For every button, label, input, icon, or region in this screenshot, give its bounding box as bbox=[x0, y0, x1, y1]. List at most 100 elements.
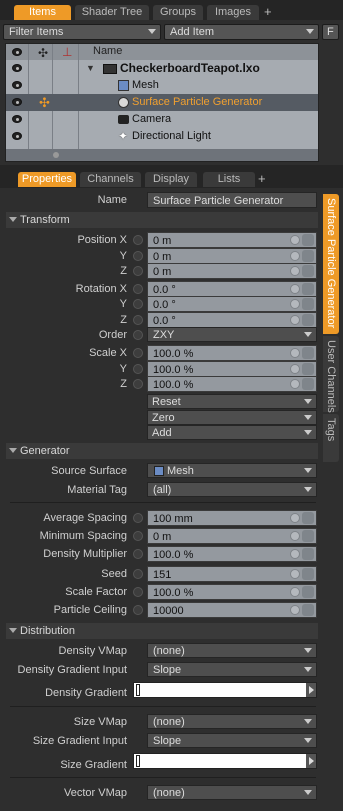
spinner-icon[interactable] bbox=[302, 512, 314, 524]
keyframe-dot-icon[interactable] bbox=[133, 251, 143, 261]
list-item[interactable]: Mesh bbox=[6, 77, 318, 94]
spinner-icon[interactable] bbox=[302, 347, 314, 359]
knob-icon[interactable] bbox=[290, 235, 300, 245]
knob-icon[interactable] bbox=[290, 549, 300, 559]
generator-section-header[interactable]: Generator bbox=[6, 443, 318, 459]
tab-properties[interactable]: Properties bbox=[18, 172, 76, 187]
keyframe-dot-icon[interactable] bbox=[133, 348, 143, 358]
minimum-spacing-field[interactable]: 0 m bbox=[147, 528, 317, 544]
size-gradient-editor[interactable] bbox=[133, 753, 317, 769]
keyframe-dot-icon[interactable] bbox=[133, 284, 143, 294]
vector-vmap-dropdown[interactable]: (none) bbox=[147, 785, 317, 800]
keyframe-dot-icon[interactable] bbox=[133, 235, 143, 245]
keyframe-dot-icon[interactable] bbox=[133, 587, 143, 597]
keyframe-dot-icon[interactable] bbox=[133, 531, 143, 541]
f-button[interactable]: F bbox=[322, 24, 339, 40]
knob-icon[interactable] bbox=[290, 569, 300, 579]
knob-icon[interactable] bbox=[290, 364, 300, 374]
size-vmap-dropdown[interactable]: (none) bbox=[147, 714, 317, 729]
list-item[interactable]: ✦ Directional Light bbox=[6, 128, 318, 145]
add-button[interactable]: Add bbox=[147, 425, 317, 440]
keyframe-dot-icon[interactable] bbox=[133, 605, 143, 615]
scale-x-field[interactable]: 100.0 % bbox=[147, 345, 317, 361]
list-item[interactable]: ✣ Surface Particle Generator bbox=[6, 94, 318, 111]
knob-icon[interactable] bbox=[290, 605, 300, 615]
spinner-icon[interactable] bbox=[302, 378, 314, 390]
source-surface-dropdown[interactable]: Mesh bbox=[147, 463, 317, 478]
spinner-icon[interactable] bbox=[302, 298, 314, 310]
spinner-icon[interactable] bbox=[302, 314, 314, 326]
tab-channels[interactable]: Channels bbox=[80, 172, 141, 187]
filter-items-dropdown[interactable]: Filter Items bbox=[3, 24, 161, 40]
zero-button[interactable]: Zero bbox=[147, 410, 317, 425]
keyframe-dot-icon[interactable] bbox=[133, 569, 143, 579]
knob-icon[interactable] bbox=[290, 379, 300, 389]
scroll-handle[interactable] bbox=[53, 152, 59, 158]
tab-display[interactable]: Display bbox=[145, 172, 197, 187]
gradient-expand-icon[interactable] bbox=[306, 754, 316, 768]
knob-icon[interactable] bbox=[290, 266, 300, 276]
spinner-icon[interactable] bbox=[302, 283, 314, 295]
keyframe-dot-icon[interactable] bbox=[133, 549, 143, 559]
eye-icon[interactable] bbox=[12, 81, 22, 89]
position-y-field[interactable]: 0 m bbox=[147, 248, 317, 264]
side-tab-surface-particle-generator[interactable]: Surface Particle Generator bbox=[323, 194, 339, 334]
keyframe-dot-icon[interactable] bbox=[133, 330, 143, 340]
knob-icon[interactable] bbox=[290, 284, 300, 294]
spinner-icon[interactable] bbox=[302, 530, 314, 542]
gradient-key-handle[interactable] bbox=[136, 755, 140, 767]
keyframe-dot-icon[interactable] bbox=[133, 315, 143, 325]
distribution-section-header[interactable]: Distribution bbox=[6, 623, 318, 639]
tab-items[interactable]: Items bbox=[14, 5, 71, 20]
size-gradient-input-dropdown[interactable]: Slope bbox=[147, 733, 317, 748]
knob-icon[interactable] bbox=[290, 315, 300, 325]
density-gradient-editor[interactable] bbox=[133, 682, 317, 698]
eye-icon[interactable] bbox=[12, 132, 22, 140]
tab-shader-tree[interactable]: Shader Tree bbox=[75, 5, 149, 20]
order-dropdown[interactable]: ZXY bbox=[147, 327, 317, 342]
add-tab-button[interactable]: + bbox=[264, 4, 272, 19]
spinner-icon[interactable] bbox=[302, 586, 314, 598]
seed-field[interactable]: 151 bbox=[147, 566, 317, 582]
rotation-x-field[interactable]: 0.0 ° bbox=[147, 281, 317, 297]
list-item[interactable]: ▼ CheckerboardTeapot.lxo bbox=[6, 60, 318, 77]
average-spacing-field[interactable]: 100 mm bbox=[147, 510, 317, 526]
spinner-icon[interactable] bbox=[302, 250, 314, 262]
gradient-expand-icon[interactable] bbox=[306, 683, 316, 697]
keyframe-dot-icon[interactable] bbox=[133, 266, 143, 276]
expand-triangle-icon[interactable]: ▼ bbox=[86, 60, 95, 77]
knob-icon[interactable] bbox=[290, 251, 300, 261]
particle-ceiling-field[interactable]: 10000 bbox=[147, 602, 317, 618]
scale-z-field[interactable]: 100.0 % bbox=[147, 376, 317, 392]
spinner-icon[interactable] bbox=[302, 234, 314, 246]
spinner-icon[interactable] bbox=[302, 548, 314, 560]
list-item[interactable]: Camera bbox=[6, 111, 318, 128]
position-z-field[interactable]: 0 m bbox=[147, 263, 317, 279]
spinner-icon[interactable] bbox=[302, 363, 314, 375]
keyframe-dot-icon[interactable] bbox=[133, 364, 143, 374]
side-tab-user-channels[interactable]: User Channels bbox=[323, 336, 339, 413]
density-multiplier-field[interactable]: 100.0 % bbox=[147, 546, 317, 562]
rotation-z-field[interactable]: 0.0 ° bbox=[147, 312, 317, 328]
spinner-icon[interactable] bbox=[302, 604, 314, 616]
knob-icon[interactable] bbox=[290, 587, 300, 597]
knob-icon[interactable] bbox=[290, 531, 300, 541]
side-tab-tags[interactable]: Tags bbox=[323, 414, 339, 462]
material-tag-dropdown[interactable]: (all) bbox=[147, 482, 317, 497]
name-column-header[interactable]: Name bbox=[93, 45, 122, 57]
position-x-field[interactable]: 0 m bbox=[147, 232, 317, 248]
eye-icon[interactable] bbox=[12, 98, 22, 106]
reset-button[interactable]: Reset bbox=[147, 394, 317, 409]
keyframe-dot-icon[interactable] bbox=[133, 513, 143, 523]
density-vmap-dropdown[interactable]: (none) bbox=[147, 643, 317, 658]
spinner-icon[interactable] bbox=[302, 568, 314, 580]
eye-icon[interactable] bbox=[12, 64, 22, 72]
rotation-y-field[interactable]: 0.0 ° bbox=[147, 296, 317, 312]
add-tab-button[interactable]: + bbox=[258, 171, 266, 186]
tab-images[interactable]: Images bbox=[207, 5, 259, 20]
add-item-dropdown[interactable]: Add Item bbox=[164, 24, 319, 40]
spinner-icon[interactable] bbox=[302, 265, 314, 277]
scale-factor-field[interactable]: 100.0 % bbox=[147, 584, 317, 600]
knob-icon[interactable] bbox=[290, 348, 300, 358]
knob-icon[interactable] bbox=[290, 513, 300, 523]
